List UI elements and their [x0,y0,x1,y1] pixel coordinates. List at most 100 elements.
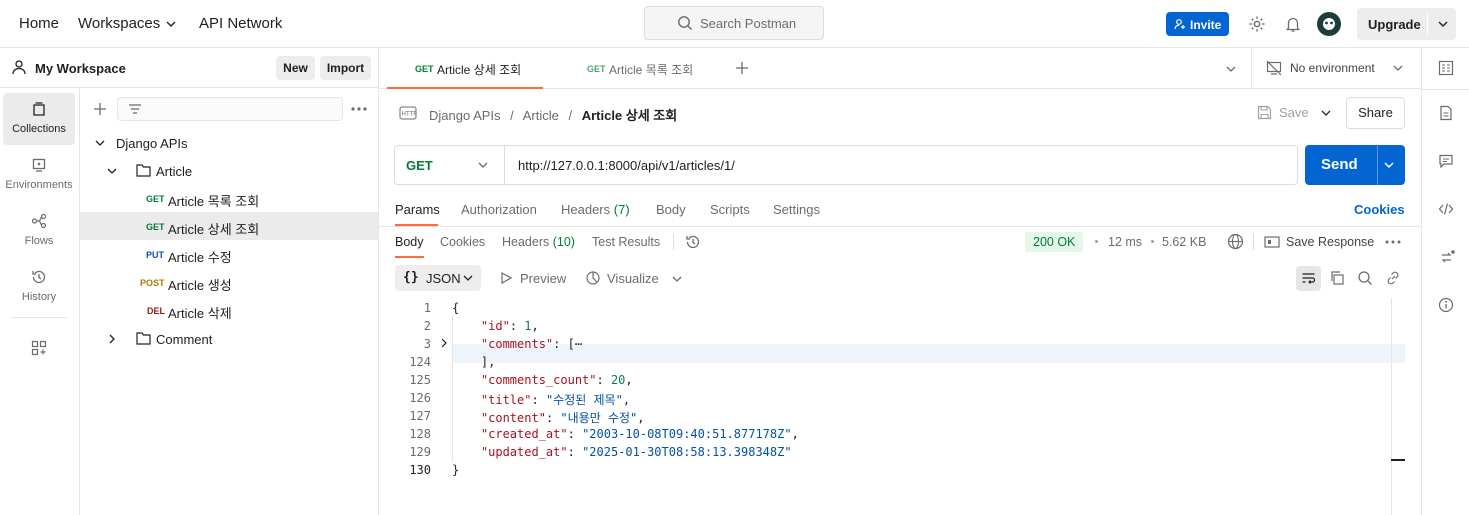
json-punct: , [531,319,539,333]
nav-api-network[interactable]: API Network [199,15,282,32]
top-bar: Home Workspaces API Network Search Postm… [0,0,1469,48]
globe-icon[interactable] [1227,233,1244,250]
url-input[interactable]: http://127.0.0.1:8000/api/v1/articles/1/ [518,158,735,173]
documentation-icon[interactable] [1438,105,1454,121]
tab-headers[interactable]: Headers (7) [561,202,630,217]
info-icon[interactable] [1438,297,1454,313]
share-button[interactable]: Share [1346,97,1405,129]
gear-icon[interactable] [1248,15,1266,33]
environments-icon [31,157,47,173]
folder-name[interactable]: Comment [156,332,212,347]
method-select[interactable]: GET [395,146,505,184]
breadcrumb-folder[interactable]: Article [523,108,559,123]
history-icon[interactable] [685,234,701,250]
url-bar: GET http://127.0.0.1:8000/api/v1/article… [394,145,1298,185]
chevron-down-icon[interactable] [671,273,683,285]
wrap-lines-button[interactable] [1296,266,1321,291]
json-separator: : [596,373,611,387]
tree-item-request[interactable]: PUT Article 수정 [80,240,378,268]
sidebar-item-history[interactable]: History [3,261,75,313]
sidebar-item-environments[interactable]: Environments [3,149,75,201]
sidebar-item-label: Collections [12,123,66,135]
response-size[interactable]: 5.62 KB [1162,235,1206,249]
http-icon: HTTP [399,105,417,121]
add-icon[interactable] [92,101,108,117]
environment-quick-look-icon[interactable] [1438,60,1454,76]
code-line: } [452,463,459,477]
tab-headers-label: Headers [561,202,611,217]
comments-icon[interactable] [1438,153,1454,169]
json-key: "id" [480,319,510,333]
more-options-icon[interactable] [1385,240,1401,244]
user-icon [11,59,27,75]
braces-icon: {} [403,270,419,285]
line-number: 130 [409,463,431,477]
tab-body[interactable]: Body [656,202,686,217]
chevron-down-icon[interactable] [165,18,177,30]
status-badge[interactable]: 200 OK [1025,232,1084,252]
tab-article-detail[interactable]: GET Article 상세 조회 [387,48,543,89]
format-select[interactable]: {} JSON [395,265,481,291]
copy-icon[interactable] [1329,270,1345,286]
upgrade-button[interactable]: Upgrade [1357,8,1456,40]
tab-article-list[interactable]: GET Article 목록 조회 [561,48,717,89]
scrollbar-marker[interactable] [1391,459,1405,461]
scrollbar-track[interactable] [1391,298,1392,515]
tab-authorization[interactable]: Authorization [461,202,537,217]
chevron-right-icon[interactable] [106,333,118,345]
bell-icon[interactable] [1284,15,1302,33]
search-bar[interactable]: Search Postman [644,6,824,40]
send-button[interactable]: Send [1305,145,1405,185]
tree-item-request[interactable]: GET Article 목록 조회 [80,184,378,212]
import-button[interactable]: Import [320,56,371,80]
json-string: "2003-10-08T09:40:51.877178Z" [582,427,792,441]
preview-button[interactable]: Preview [520,271,566,286]
sidebar-item-collections[interactable]: Collections [3,93,75,145]
nav-home[interactable]: Home [19,15,59,32]
sidebar-item-flows[interactable]: Flows [3,205,75,257]
folder-name[interactable]: Article [156,164,192,179]
tab-scripts[interactable]: Scripts [710,202,750,217]
apps-icon[interactable] [31,340,47,356]
code-text: } [452,463,460,477]
method-badge: DEL [147,306,165,316]
filter-input[interactable] [117,97,343,121]
chevron-down-icon[interactable] [94,137,106,149]
save-response-button[interactable]: Save Response [1264,233,1378,251]
avatar[interactable] [1317,12,1341,36]
collection-name[interactable]: Django APIs [116,136,188,151]
breadcrumb-root[interactable]: Django APIs [429,108,501,123]
method-badge: GET [415,64,434,74]
json-separator: : [567,427,583,441]
code-icon[interactable] [1438,201,1454,217]
cookies-link[interactable]: Cookies [1354,202,1405,217]
nav-workspaces[interactable]: Workspaces [78,15,160,32]
link-icon[interactable] [1385,270,1401,286]
search-icon[interactable] [1357,270,1373,286]
chevron-down-icon[interactable] [1320,107,1332,119]
more-options-icon[interactable] [351,107,367,111]
add-tab-icon[interactable] [735,61,749,75]
chevron-down-icon[interactable] [1383,159,1395,171]
tab-response-body[interactable]: Body [395,235,424,249]
new-button[interactable]: New [276,56,315,80]
chevron-down-icon[interactable] [1225,63,1237,75]
response-time[interactable]: 12 ms [1108,235,1142,249]
tab-test-results[interactable]: Test Results [592,235,660,249]
related-collections-icon[interactable] [1438,249,1456,267]
environment-selector[interactable]: No environment [1252,48,1421,89]
chevron-down-icon[interactable] [106,165,118,177]
tab-response-headers[interactable]: Headers (10) [502,235,575,249]
chevron-down-icon[interactable] [1437,18,1449,30]
invite-button[interactable]: Invite [1166,12,1229,36]
highlighted-line [452,344,1405,363]
tree-item-request[interactable]: DEL Article 삭제 [80,296,378,324]
chevron-right-icon[interactable] [438,337,450,349]
tree-item-request[interactable]: POST Article 생성 [80,268,378,296]
tab-settings[interactable]: Settings [773,202,820,217]
visualize-button[interactable]: Visualize [607,271,659,286]
tab-params[interactable]: Params [395,202,440,217]
tree-item-request-active[interactable]: GET Article 상세 조회 [80,212,378,240]
tab-response-cookies[interactable]: Cookies [440,235,485,249]
save-button[interactable]: Save [1251,97,1313,129]
